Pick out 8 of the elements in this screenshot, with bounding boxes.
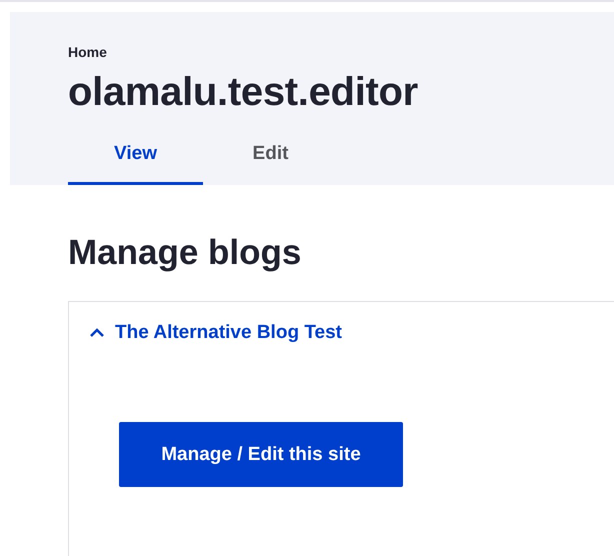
breadcrumb-link[interactable]: Home (68, 44, 107, 60)
tab[interactable]: View (68, 133, 203, 185)
page-title: olamalu.test.editor (68, 70, 419, 115)
manage-site-button[interactable]: Manage / Edit this site (119, 422, 403, 487)
chevron-icon (89, 328, 105, 338)
tab[interactable]: Edit (203, 133, 338, 185)
accordion-toggle[interactable]: The Alternative Blog Test (89, 322, 342, 344)
section-title: Manage blogs (68, 233, 302, 273)
